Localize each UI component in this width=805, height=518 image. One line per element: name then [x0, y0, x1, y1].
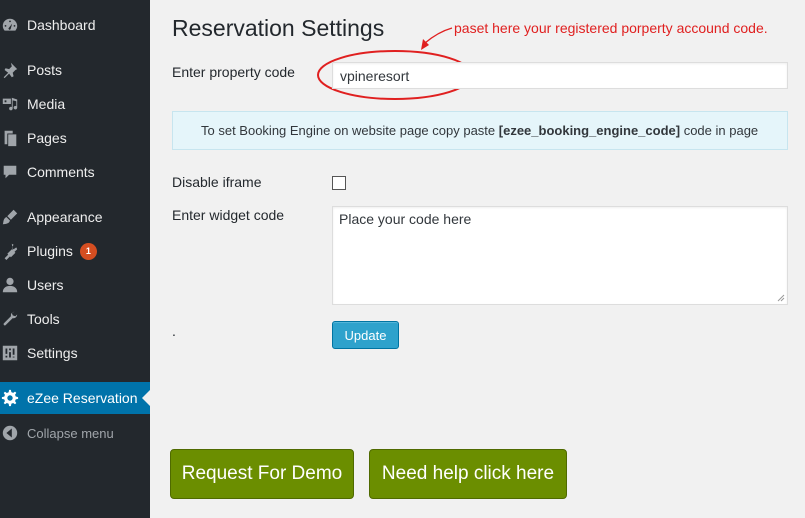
media-icon — [1, 95, 19, 113]
admin-sidebar: Dashboard Posts Media Pages Comments App… — [0, 0, 150, 518]
sidebar-item-label: Comments — [27, 164, 95, 180]
pin-icon — [1, 61, 19, 79]
sidebar-item-label: Posts — [27, 62, 63, 78]
widget-code-text: Place your code here — [339, 211, 472, 227]
sidebar-item-ezee-reservation[interactable]: eZee Reservation — [0, 382, 150, 414]
stray-dot: . — [172, 323, 176, 339]
user-icon — [1, 276, 19, 294]
shortcode: [ezee_booking_engine_code] — [498, 123, 681, 138]
sidebar-item-pages[interactable]: Pages — [0, 123, 150, 153]
booking-engine-notice: To set Booking Engine on website page co… — [172, 111, 788, 150]
sidebar-item-label: Tools — [27, 311, 60, 327]
resize-grip-icon[interactable] — [777, 294, 785, 302]
need-help-button[interactable]: Need help click here — [369, 449, 567, 499]
property-code-input[interactable]: vpineresort — [332, 62, 788, 89]
notice-prefix: To set Booking Engine on website page co… — [201, 123, 499, 138]
sidebar-item-label: Appearance — [27, 209, 103, 225]
notice-suffix: code in page — [680, 123, 759, 138]
sidebar-item-media[interactable]: Media — [0, 89, 150, 119]
annotation-text: paset here your registered porperty acco… — [454, 20, 768, 36]
gear-icon — [1, 389, 19, 407]
plugin-icon — [1, 242, 19, 260]
sidebar-item-label: Users — [27, 277, 64, 293]
collapse-menu-label: Collapse menu — [27, 425, 114, 441]
dashboard-icon — [1, 16, 19, 34]
sidebar-item-label: Dashboard — [27, 17, 96, 33]
sidebar-item-comments[interactable]: Comments — [0, 157, 150, 187]
sidebar-item-label: eZee Reservation — [27, 390, 138, 406]
collapse-icon — [1, 424, 19, 442]
sliders-icon — [1, 344, 19, 362]
active-arrow — [142, 390, 150, 406]
request-demo-button[interactable]: Request For Demo — [170, 449, 354, 499]
pages-icon — [1, 129, 19, 147]
disable-iframe-label: Disable iframe — [172, 174, 262, 190]
property-code-label: Enter property code — [172, 64, 295, 80]
wrench-icon — [1, 310, 19, 328]
sidebar-item-settings[interactable]: Settings — [0, 338, 150, 368]
disable-iframe-checkbox[interactable] — [332, 176, 346, 190]
main-content: Reservation Settings paset here your reg… — [150, 0, 805, 518]
sidebar-item-dashboard[interactable]: Dashboard — [0, 10, 150, 40]
sidebar-item-plugins[interactable]: Plugins 1 — [0, 236, 150, 266]
comment-icon — [1, 163, 19, 181]
sidebar-item-users[interactable]: Users — [0, 270, 150, 300]
sidebar-item-tools[interactable]: Tools — [0, 304, 150, 334]
update-button[interactable]: Update — [332, 321, 399, 349]
collapse-menu-button[interactable]: Collapse menu — [0, 418, 150, 448]
widget-code-label: Enter widget code — [172, 207, 285, 223]
sidebar-item-label: Media — [27, 96, 66, 112]
update-count-badge: 1 — [79, 242, 97, 260]
sidebar-item-appearance[interactable]: Appearance — [0, 202, 150, 232]
sidebar-item-posts[interactable]: Posts — [0, 55, 150, 85]
sidebar-item-label: Settings — [27, 345, 78, 361]
brush-icon — [1, 208, 19, 226]
widget-code-textarea[interactable]: Place your code here — [332, 206, 788, 305]
sidebar-item-label: Plugins — [27, 243, 73, 259]
sidebar-item-label: Pages — [27, 130, 67, 146]
